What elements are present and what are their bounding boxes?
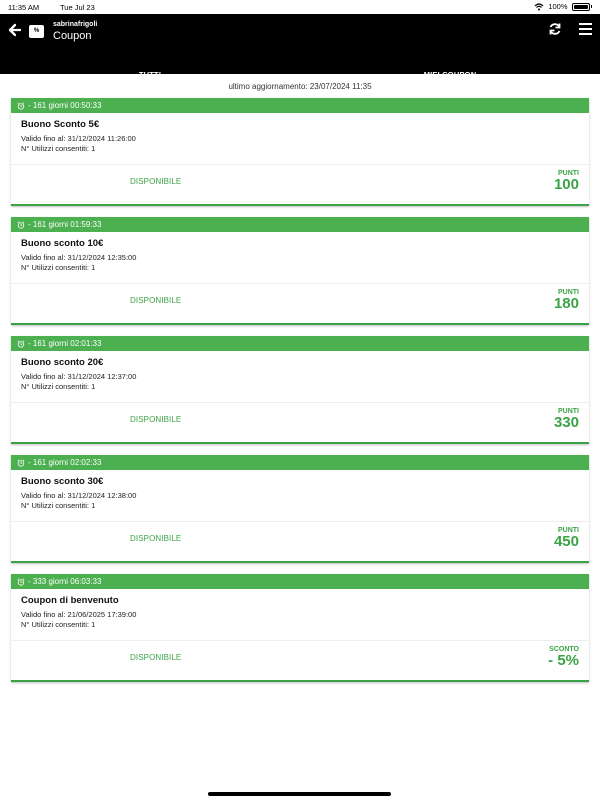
coupon-card[interactable]: - 161 giorni 00:50:33 Buono Sconto 5€ Va… (11, 98, 589, 206)
coupon-cost: SCONTO - 5% (548, 646, 579, 669)
coupon-list: - 161 giorni 00:50:33 Buono Sconto 5€ Va… (11, 98, 589, 693)
wifi-icon (534, 2, 544, 10)
coupon-details: Buono Sconto 5€ Valido fino al: 31/12/20… (11, 113, 589, 165)
coupon-countdown: - 161 giorni 01:59:33 (28, 220, 102, 229)
coupon-details: Coupon di benvenuto Valido fino al: 21/0… (11, 589, 589, 641)
coupon-cost-value: - 5% (548, 652, 579, 669)
coupon-uses: N° Utilizzi consentiti: 1 (21, 620, 96, 629)
coupon-status: DISPONIBILE (130, 653, 182, 662)
coupon-cost: PUNTI 330 (554, 408, 579, 431)
coupon-countdown: - 161 giorni 02:02:33 (28, 458, 102, 467)
coupon-footer: DISPONIBILE PUNTI 450 (11, 522, 589, 561)
coupon-details: Buono sconto 30€ Valido fino al: 31/12/2… (11, 470, 589, 522)
coupon-valid-until: Valido fino al: 21/06/2025 17:39:00 (21, 610, 137, 619)
alarm-clock-icon (17, 220, 25, 229)
coupon-card[interactable]: - 161 giorni 02:02:33 Buono sconto 30€ V… (11, 455, 589, 563)
coupon-footer: DISPONIBILE PUNTI 330 (11, 403, 589, 442)
arrow-left-icon[interactable] (8, 23, 24, 39)
coupon-cost-value: 330 (553, 414, 579, 431)
hamburger-menu-icon[interactable] (579, 23, 592, 35)
coupon-footer: DISPONIBILE PUNTI 180 (11, 284, 589, 323)
coupon-countdown: - 161 giorni 02:01:33 (28, 339, 102, 348)
app-header: % sabrinafrigoli Coupon TUTTI MIEI COUPO… (0, 14, 600, 88)
coupon-status: DISPONIBILE (130, 415, 182, 424)
page-title: Coupon (53, 30, 92, 42)
coupon-countdown: - 333 giorni 06:03:33 (28, 577, 102, 586)
coupon-status: DISPONIBILE (130, 296, 182, 305)
coupon-countdown-bar: - 161 giorni 01:59:33 (11, 217, 589, 232)
coupon-status: DISPONIBILE (130, 177, 182, 186)
coupon-title: Coupon di benvenuto (21, 595, 119, 606)
coupon-cost: PUNTI 450 (554, 527, 579, 550)
coupon-footer: DISPONIBILE SCONTO - 5% (11, 641, 589, 680)
coupon-cost: PUNTI 100 (554, 170, 579, 193)
alarm-clock-icon (17, 458, 25, 467)
home-indicator[interactable] (208, 792, 391, 796)
coupon-title: Buono sconto 20€ (21, 357, 104, 368)
coupon-uses: N° Utilizzi consentiti: 1 (21, 144, 96, 153)
battery-percent: 100% (548, 2, 568, 11)
last-update-text: ultimo aggiornamento: 23/07/2024 11:35 (228, 82, 372, 91)
status-date: Tue Jul 23 (60, 3, 95, 12)
coupon-uses: N° Utilizzi consentiti: 1 (21, 382, 96, 391)
alarm-clock-icon (17, 101, 25, 110)
coupon-uses: N° Utilizzi consentiti: 1 (21, 263, 96, 272)
coupon-title: Buono sconto 30€ (21, 476, 104, 487)
coupon-card[interactable]: - 333 giorni 06:03:33 Coupon di benvenut… (11, 574, 589, 682)
coupon-title: Buono Sconto 5€ (21, 119, 100, 130)
coupon-card[interactable]: - 161 giorni 01:59:33 Buono sconto 10€ V… (11, 217, 589, 325)
coupon-status: DISPONIBILE (130, 534, 182, 543)
coupon-countdown-bar: - 161 giorni 02:02:33 (11, 455, 589, 470)
coupon-cost: PUNTI 180 (554, 289, 579, 312)
coupon-countdown-bar: - 333 giorni 06:03:33 (11, 574, 589, 589)
coupon-cost-value: 450 (553, 533, 579, 550)
coupon-percent-icon: % (29, 25, 44, 38)
coupon-card[interactable]: - 161 giorni 02:01:33 Buono sconto 20€ V… (11, 336, 589, 444)
coupon-details: Buono sconto 20€ Valido fino al: 31/12/2… (11, 351, 589, 403)
coupon-details: Buono sconto 10€ Valido fino al: 31/12/2… (11, 232, 589, 284)
coupon-countdown-bar: - 161 giorni 02:01:33 (11, 336, 589, 351)
status-bar: 11:35 AM Tue Jul 23 100% (0, 0, 600, 14)
coupon-uses: N° Utilizzi consentiti: 1 (21, 501, 96, 510)
coupon-valid-until: Valido fino al: 31/12/2024 12:38:00 (21, 491, 137, 500)
battery-tip (590, 5, 592, 8)
status-right: 100% (534, 2, 592, 11)
coupon-valid-until: Valido fino al: 31/12/2024 12:37:00 (21, 372, 137, 381)
refresh-icon[interactable] (548, 22, 562, 36)
user-name: sabrinafrigoli (53, 21, 98, 28)
coupon-footer: DISPONIBILE PUNTI 100 (11, 165, 589, 204)
coupon-cost-value: 180 (553, 295, 579, 312)
coupon-valid-until: Valido fino al: 31/12/2024 11:26:00 (21, 134, 136, 143)
alarm-clock-icon (17, 577, 25, 586)
status-time: 11:35 AM (8, 3, 40, 12)
coupon-title: Buono sconto 10€ (21, 238, 104, 249)
coupon-cost-value: 100 (553, 176, 579, 193)
coupon-countdown: - 161 giorni 00:50:33 (28, 101, 102, 110)
alarm-clock-icon (17, 339, 25, 348)
battery-icon (571, 2, 590, 11)
coupon-countdown-bar: - 161 giorni 00:50:33 (11, 98, 589, 113)
coupon-valid-until: Valido fino al: 31/12/2024 12:35:00 (21, 253, 137, 262)
